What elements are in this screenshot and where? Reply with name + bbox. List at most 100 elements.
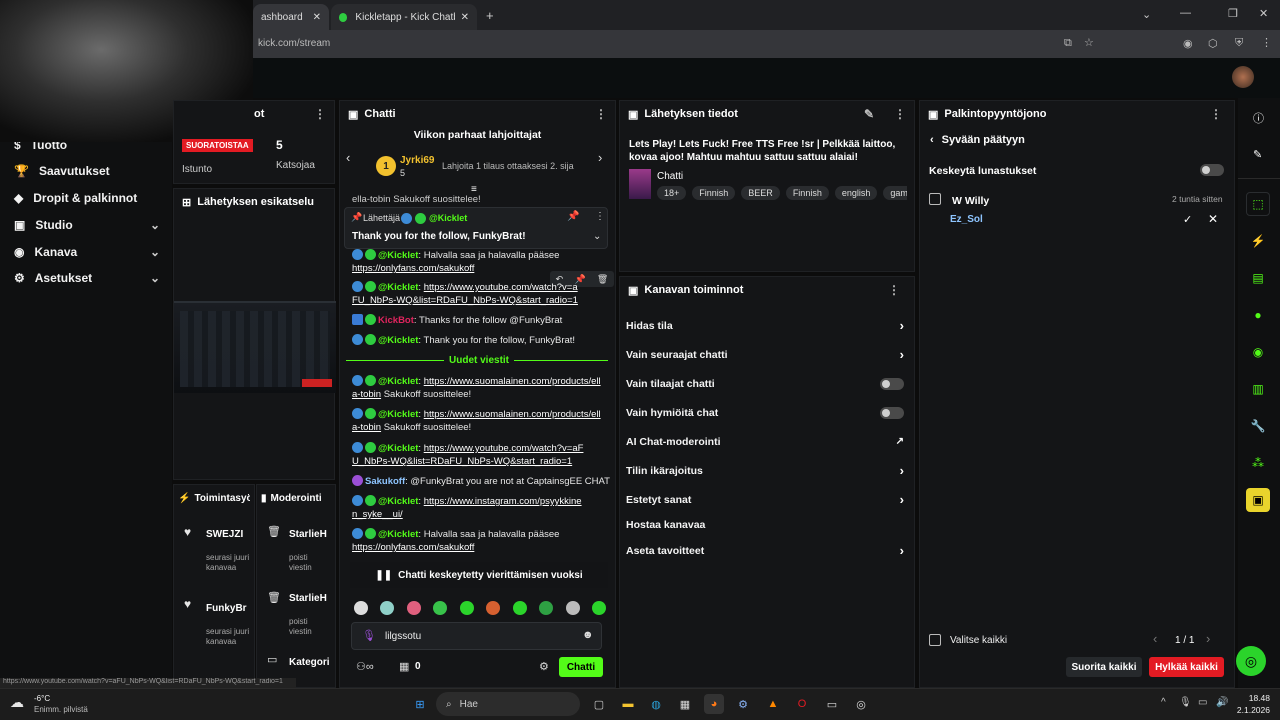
- pause-redemptions-toggle[interactable]: [1200, 164, 1224, 176]
- screen-widget-icon[interactable]: ⬚: [1246, 192, 1270, 216]
- emote-ball-icon[interactable]: [565, 601, 580, 615]
- new-tab-icon[interactable]: +: [486, 8, 494, 23]
- emote-box-icon[interactable]: [486, 601, 501, 615]
- close-tab-icon[interactable]: ✕: [461, 12, 469, 23]
- approve-check-icon[interactable]: ✓: [1183, 213, 1192, 226]
- network-icon[interactable]: ▭: [1198, 697, 1207, 708]
- bolt-widget-icon[interactable]: ⚡: [1246, 229, 1270, 253]
- chat-username[interactable]: @Kicklet: [378, 376, 418, 387]
- reject-all-button[interactable]: Hylkää kaikki: [1149, 657, 1224, 677]
- chat-settings-icon[interactable]: ⚙: [539, 660, 549, 673]
- action-followers-only[interactable]: Vain seuraajat chatti ›: [620, 340, 914, 369]
- chevron-left-icon[interactable]: ‹: [346, 150, 350, 165]
- chat-username[interactable]: @Kicklet: [378, 496, 418, 507]
- chat-widget-icon[interactable]: ●: [1246, 303, 1270, 327]
- close-tab-icon[interactable]: ✕: [313, 12, 321, 23]
- emote-green-icon[interactable]: [591, 601, 606, 615]
- share-widget-icon[interactable]: ⁂: [1246, 451, 1270, 475]
- chat-username[interactable]: KickBot: [378, 315, 414, 326]
- kebab-menu-icon[interactable]: ⋮: [1210, 107, 1222, 121]
- chat-username[interactable]: @Kicklet: [378, 409, 418, 420]
- chevron-right-icon[interactable]: ›: [598, 150, 602, 165]
- maximize-icon[interactable]: ❐: [1228, 7, 1238, 20]
- microphone-icon[interactable]: 🎙: [1179, 697, 1192, 708]
- stream-preview-video[interactable]: [174, 301, 336, 393]
- chat-link[interactable]: https://onlyfans.com/sakukoff: [352, 542, 474, 553]
- vlc-icon[interactable]: ▲: [763, 694, 783, 714]
- action-slow-mode[interactable]: Hidas tila ›: [620, 311, 914, 340]
- approve-all-button[interactable]: Suorita kaikki: [1066, 657, 1142, 677]
- extensions-icon[interactable]: ⬡: [1208, 37, 1218, 50]
- tab-dashboard[interactable]: ashboard ✕: [253, 4, 329, 30]
- chat-username[interactable]: @Kicklet: [378, 335, 418, 346]
- action-host-channel[interactable]: Hostaa kanavaa: [620, 514, 914, 536]
- clapper-widget-icon[interactable]: ▣: [1246, 488, 1270, 512]
- edge-icon[interactable]: ◍: [646, 694, 666, 714]
- task-view-icon[interactable]: ▢: [589, 694, 609, 714]
- nav-item-drops[interactable]: ◆ Dropit & palkinnot: [0, 185, 137, 211]
- kebab-menu-icon[interactable]: ⋮: [595, 107, 607, 121]
- pinned-user[interactable]: @Kicklet: [429, 213, 467, 223]
- action-set-goals[interactable]: Aseta tavoitteet ›: [620, 536, 914, 565]
- wrench-widget-icon[interactable]: 🔧: [1246, 414, 1270, 438]
- send-chat-button[interactable]: Chatti: [559, 657, 603, 677]
- prev-page-icon[interactable]: ‹: [1153, 631, 1157, 646]
- tab-kicklet[interactable]: Kickletapp - Kick Chatbot and ✕: [331, 4, 477, 30]
- nav-item-channel[interactable]: ◉ Kanava ⌄: [0, 239, 172, 265]
- weather-temp[interactable]: -6°C: [34, 694, 50, 703]
- next-page-icon[interactable]: ›: [1206, 631, 1210, 646]
- layout-widget-icon[interactable]: ▥: [1246, 377, 1270, 401]
- chat-link[interactable]: https://onlyfans.com/sakukoff: [352, 263, 474, 274]
- bookmark-star-icon[interactable]: ☆: [1084, 36, 1094, 49]
- action-ai-moderation[interactable]: AI Chat-moderointi ↗: [620, 427, 914, 456]
- tray-chevron-icon[interactable]: ^: [1161, 697, 1166, 708]
- select-all-checkbox[interactable]: [929, 634, 941, 646]
- tag-chip[interactable]: english: [834, 186, 878, 200]
- request-checkbox[interactable]: [929, 193, 941, 205]
- nav-item-settings[interactable]: ⚙ Asetukset ⌄: [0, 265, 172, 291]
- list-widget-icon[interactable]: ▤: [1246, 266, 1270, 290]
- minimize-icon[interactable]: —: [1180, 7, 1191, 19]
- emoji-icon[interactable]: ☻: [582, 629, 594, 641]
- edit-pencil-icon[interactable]: ✎: [1253, 148, 1262, 161]
- tag-chip[interactable]: 18+: [657, 186, 687, 200]
- users-icon[interactable]: ⚇∞: [356, 660, 374, 673]
- obs-icon[interactable]: ◎: [851, 694, 871, 714]
- shield-icon[interactable]: ⛨: [1235, 37, 1243, 50]
- broadcast-widget-icon[interactable]: ◉: [1246, 340, 1270, 364]
- follower-name[interactable]: SWEJZI: [206, 529, 243, 540]
- emote-smile-icon[interactable]: [512, 601, 527, 615]
- firefox-icon[interactable]: ◕: [704, 694, 724, 714]
- emote-leaf-icon[interactable]: [539, 601, 554, 615]
- windows-start-icon[interactable]: ⊞: [410, 694, 430, 714]
- store-icon[interactable]: ▦: [675, 694, 695, 714]
- kebab-menu-icon[interactable]: ⋮: [894, 107, 906, 121]
- chat-username[interactable]: Sakukoff: [365, 476, 405, 487]
- volume-icon[interactable]: 🔊: [1216, 697, 1228, 708]
- url-field[interactable]: kick.com/stream: [258, 38, 330, 49]
- moderator-name[interactable]: StarlieH: [289, 593, 327, 604]
- close-window-icon[interactable]: ✕: [1259, 7, 1268, 20]
- reward-back-link[interactable]: ‹ Syvään päätyyn: [930, 134, 1025, 146]
- emotes-only-toggle[interactable]: [880, 406, 904, 419]
- follower-name[interactable]: FunkyBr: [206, 603, 247, 614]
- chat-username[interactable]: @Kicklet: [378, 250, 418, 261]
- tag-chip[interactable]: Finnish: [785, 186, 829, 200]
- avatar[interactable]: [1232, 66, 1254, 88]
- subscribers-only-toggle[interactable]: [880, 377, 904, 390]
- taskbar-search[interactable]: ⌕ Hae: [436, 692, 580, 716]
- nav-item-studio[interactable]: ▣ Studio ⌄: [0, 212, 172, 238]
- clock-date[interactable]: 2.1.2026: [1228, 705, 1270, 715]
- chat-username[interactable]: @Kicklet: [378, 282, 418, 293]
- chat-username[interactable]: @Kicklet: [378, 443, 418, 454]
- delete-icon[interactable]: 🗑: [597, 274, 608, 285]
- edit-icon[interactable]: ✎: [864, 107, 874, 121]
- action-age-restriction[interactable]: Tilin ikärajoitus ›: [620, 456, 914, 485]
- support-chat-button[interactable]: ◎: [1236, 646, 1266, 676]
- emote-face-icon[interactable]: [380, 601, 395, 615]
- unpin-icon[interactable]: 📌: [567, 211, 579, 222]
- emote-ghost-icon[interactable]: [354, 601, 368, 615]
- kebab-menu-icon[interactable]: ⋮: [314, 107, 326, 121]
- chat-paused-bar[interactable]: ❚❚ Chatti keskeytetty vierittämisen vuoks…: [350, 562, 608, 588]
- moderator-name[interactable]: StarlieH: [289, 529, 327, 540]
